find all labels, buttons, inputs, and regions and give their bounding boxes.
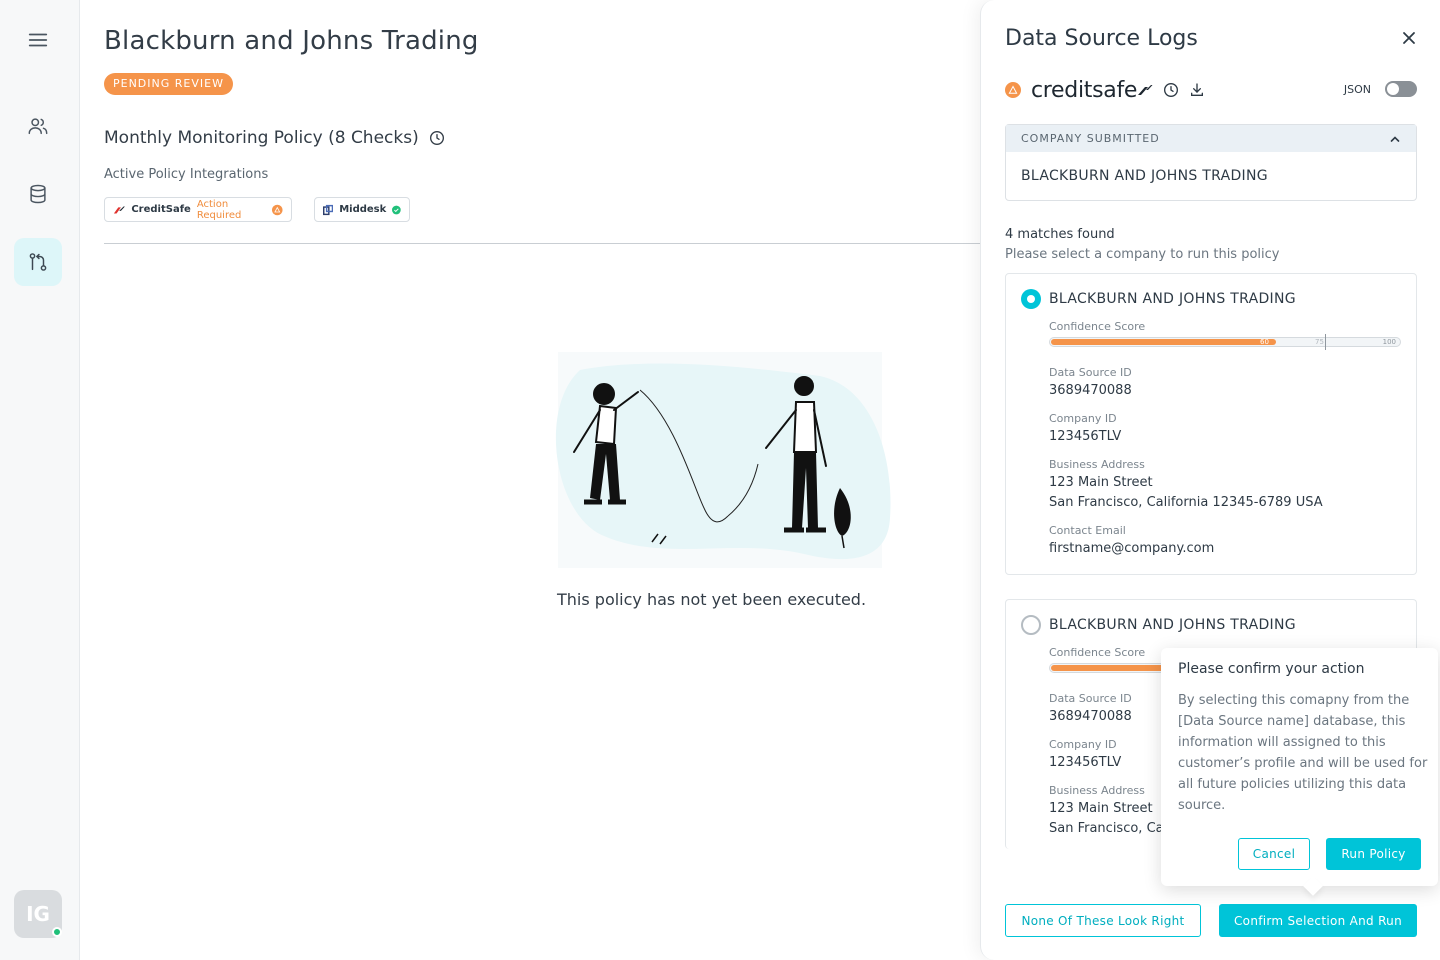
empty-state-message: This policy has not yet been executed.	[557, 590, 867, 609]
creditsafe-swoosh-icon	[1138, 85, 1153, 95]
business-address-line1: 123 Main Street	[1049, 801, 1153, 816]
integration-name: CreditSafe	[131, 204, 191, 215]
business-address-line2: San Francisco, California 12345-6789 USA	[1049, 495, 1323, 510]
middesk-logo-icon	[323, 204, 334, 215]
business-address-line1: 123 Main Street	[1049, 475, 1153, 490]
sidebar-item-users[interactable]	[14, 102, 62, 150]
company-submitted-label: COMPANY SUBMITTED	[1021, 132, 1160, 145]
match-company-name: BLACKBURN AND JOHNS TRADING	[1049, 291, 1296, 307]
match-radio[interactable]	[1021, 615, 1041, 635]
history-icon[interactable]	[429, 130, 445, 146]
sidebar: IG	[0, 0, 80, 960]
menu-icon	[28, 33, 48, 47]
confirm-action-popover: Please confirm your action By selecting …	[1161, 648, 1438, 886]
none-of-these-button[interactable]: None Of These Look Right	[1005, 904, 1201, 937]
main-content: Blackburn and Johns Trading PENDING REVI…	[104, 0, 980, 960]
integration-chip-creditsafe[interactable]: CreditSafe Action Required	[104, 197, 292, 222]
page-title: Blackburn and Johns Trading	[104, 26, 479, 56]
sidebar-item-policies[interactable]	[14, 238, 62, 286]
matches-hint: Please select a company to run this poli…	[1005, 247, 1280, 262]
confidence-score-label: Confidence Score	[1049, 320, 1146, 333]
match-radio-selected[interactable]	[1021, 289, 1041, 309]
threshold-marker	[1325, 334, 1326, 350]
empty-state-illustration	[555, 352, 891, 568]
company-submitted-header[interactable]: COMPANY SUBMITTED	[1006, 125, 1416, 152]
users-icon	[28, 118, 48, 135]
json-label: JSON	[1343, 83, 1371, 96]
matches-count: 4 matches found	[1005, 227, 1115, 242]
sidebar-item-database[interactable]	[14, 170, 62, 218]
contact-email-label: Contact Email	[1049, 524, 1126, 537]
data-source-id-value: 3689470088	[1049, 709, 1132, 724]
warning-icon	[272, 204, 283, 215]
contact-email-value: firstname@company.com	[1049, 541, 1215, 556]
check-circle-icon	[392, 205, 401, 214]
git-compare-icon	[29, 253, 47, 271]
score-max: 100	[1382, 338, 1396, 346]
score-threshold: 75	[1315, 338, 1324, 346]
confidence-score-fill	[1051, 339, 1276, 345]
business-address-line2: San Francisco, Cal	[1049, 821, 1168, 836]
source-brand-name: creditsafe	[1031, 77, 1138, 103]
score-value: 60	[1260, 338, 1269, 346]
database-icon	[30, 184, 46, 204]
data-source-id-label: Data Source ID	[1049, 692, 1132, 705]
company-submitted-value: BLACKBURN AND JOHNS TRADING	[1021, 168, 1268, 184]
confidence-score-label: Confidence Score	[1049, 646, 1146, 659]
company-id-value: 123456TLV	[1049, 429, 1122, 444]
company-id-label: Company ID	[1049, 738, 1117, 751]
popover-title: Please confirm your action	[1178, 661, 1365, 677]
online-status-dot	[52, 927, 62, 937]
status-badge: PENDING REVIEW	[104, 73, 233, 95]
chevron-up-icon[interactable]	[1389, 133, 1401, 145]
history-icon[interactable]	[1163, 82, 1179, 98]
integrations-label: Active Policy Integrations	[104, 167, 269, 182]
match-company-name: BLACKBURN AND JOHNS TRADING	[1049, 617, 1296, 633]
divider	[104, 243, 980, 244]
match-card[interactable]: BLACKBURN AND JOHNS TRADING Confidence S…	[1005, 273, 1417, 575]
company-submitted-section: COMPANY SUBMITTED BLACKBURN AND JOHNS TR…	[1005, 124, 1417, 201]
confidence-score-fill	[1051, 665, 1171, 671]
source-row: creditsafe JSON	[1005, 76, 1417, 104]
popover-body: By selecting this comapny from the [Data…	[1178, 693, 1428, 813]
warning-icon	[1005, 82, 1021, 98]
data-source-id-label: Data Source ID	[1049, 366, 1132, 379]
cancel-button[interactable]: Cancel	[1238, 838, 1310, 870]
integration-name: Middesk	[339, 204, 387, 215]
data-source-id-value: 3689470088	[1049, 383, 1132, 398]
business-address-label: Business Address	[1049, 458, 1145, 471]
policy-title: Monthly Monitoring Policy (8 Checks)	[104, 128, 445, 148]
confirm-selection-button[interactable]: Confirm Selection And Run	[1219, 904, 1417, 937]
company-id-label: Company ID	[1049, 412, 1117, 425]
integration-chip-middesk[interactable]: Middesk	[314, 197, 410, 222]
json-toggle[interactable]	[1385, 81, 1417, 97]
policy-title-text: Monthly Monitoring Policy (8 Checks)	[104, 128, 419, 148]
panel-title: Data Source Logs	[1005, 26, 1198, 51]
confidence-score-bar: 60 75 100	[1049, 334, 1401, 350]
menu-button[interactable]	[14, 16, 62, 64]
company-id-value: 123456TLV	[1049, 755, 1122, 770]
download-icon[interactable]	[1189, 82, 1205, 98]
run-policy-button[interactable]: Run Policy	[1326, 838, 1421, 870]
business-address-label: Business Address	[1049, 784, 1145, 797]
integration-status: Action Required	[196, 198, 242, 221]
close-icon[interactable]	[1399, 28, 1419, 48]
creditsafe-logo-icon	[113, 205, 125, 214]
